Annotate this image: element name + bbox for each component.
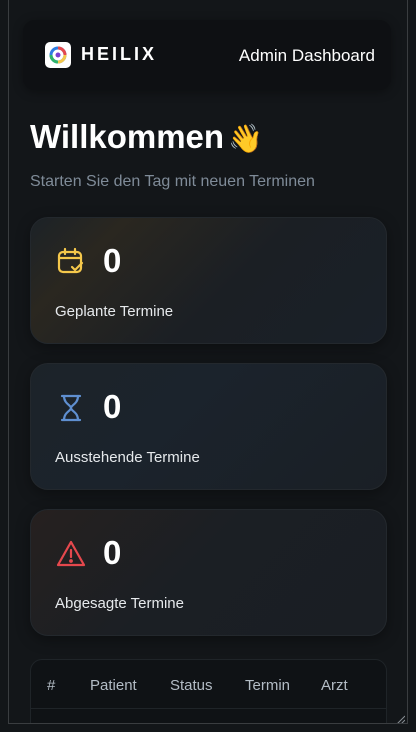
cancelled-count: 0: [103, 534, 122, 571]
app-frame: HEILIX Admin Dashboard Willkommen 👋 Start…: [8, 0, 408, 724]
warning-icon: [55, 538, 87, 570]
waving-hand-icon: 👋: [228, 123, 263, 154]
resize-handle-icon[interactable]: [395, 711, 406, 723]
appointments-table: # Patient Status Termin Arzt: [30, 659, 387, 723]
table-divider: [31, 708, 386, 709]
column-header-arzt[interactable]: Arzt: [321, 677, 348, 694]
stat-card-cancelled: 0 Abgesagte Termine: [30, 509, 387, 636]
welcome-text: Willkommen: [30, 118, 225, 155]
cancelled-label: Abgesagte Termine: [55, 595, 184, 612]
brand-name[interactable]: HEILIX: [81, 44, 157, 65]
column-header-termin[interactable]: Termin: [245, 677, 290, 694]
top-header: HEILIX Admin Dashboard: [23, 20, 391, 90]
stat-card-scheduled: 0 Geplante Termine: [30, 217, 387, 344]
pending-label: Ausstehende Termine: [55, 449, 200, 466]
scheduled-label: Geplante Termine: [55, 303, 174, 320]
page-title: Willkommen 👋: [30, 118, 263, 156]
column-header-index[interactable]: #: [47, 677, 55, 694]
pending-count: 0: [103, 388, 122, 425]
scheduled-count: 0: [103, 242, 122, 279]
header-title: Admin Dashboard: [238, 46, 375, 65]
stat-card-pending: 0 Ausstehende Termine: [30, 363, 387, 490]
page-subtitle: Starten Sie den Tag mit neuen Terminen: [30, 173, 315, 190]
hourglass-icon: [55, 392, 87, 424]
column-header-status[interactable]: Status: [170, 677, 213, 694]
column-header-patient[interactable]: Patient: [90, 677, 137, 694]
calendar-check-icon: [55, 246, 87, 278]
heilix-logo-icon[interactable]: [45, 42, 71, 68]
